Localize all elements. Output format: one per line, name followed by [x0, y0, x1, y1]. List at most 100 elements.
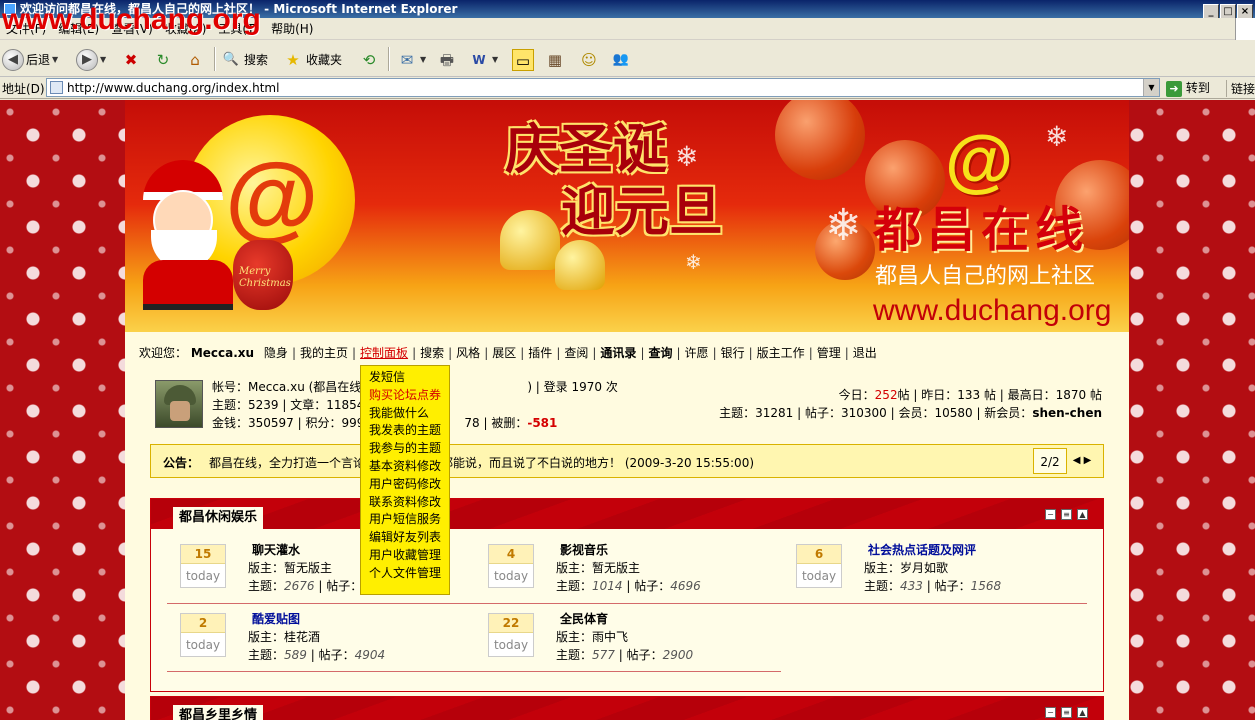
menu-item[interactable]: 用户短信服务 [361, 511, 449, 529]
history-button[interactable]: ⟲ [358, 47, 380, 71]
menu-item[interactable]: 用户密码修改 [361, 476, 449, 494]
search-label: 搜索 [244, 52, 269, 67]
topics-count: 577 [592, 648, 615, 662]
today-count: 22 [489, 614, 533, 633]
nav-item[interactable]: 查询 [648, 346, 672, 360]
list-view-icon[interactable]: ≡ [1061, 707, 1072, 718]
contacts-button[interactable]: 👥 [610, 47, 632, 71]
minimize-button[interactable]: _ [1203, 4, 1219, 18]
address-bar: 地址(D) ▼ ➜ 转到 链接 [0, 77, 1255, 99]
forum-name-link[interactable]: 全民体育 [560, 610, 608, 627]
banner-slogan: 都昌人自己的网上社区 [875, 264, 1096, 289]
forum-name-link[interactable]: 酷爱贴图 [252, 610, 300, 627]
discuss-button[interactable]: ▭ [512, 47, 534, 71]
collapse-icon[interactable]: − [1045, 509, 1056, 520]
menu-item[interactable]: 编辑好友列表 [361, 529, 449, 547]
menu-item[interactable]: 发短信 [361, 369, 449, 387]
home-button[interactable]: ⌂ [184, 47, 206, 71]
santa-body [143, 260, 233, 310]
today-badge: 6 today [796, 544, 842, 588]
maximize-button[interactable]: □ [1220, 4, 1236, 18]
nav-item[interactable]: 管理 [817, 346, 841, 360]
nav-item[interactable]: 隐身 [264, 346, 288, 360]
menu-item[interactable]: 我发表的主题 [361, 422, 449, 440]
address-input[interactable] [67, 80, 1137, 95]
forum-stats: 今日：252帖 | 昨日：133 帖 | 最高日：1870 帖 主题：31281… [719, 386, 1102, 422]
nav-item[interactable]: 控制面板 [360, 346, 408, 360]
forum-item: 4 today 影视音乐 版主：暂无版主 主题：1014 | 帖子：4696 [484, 537, 784, 597]
menu-item[interactable]: 我能做什么 [361, 405, 449, 423]
nav-item[interactable]: 查阅 [564, 346, 588, 360]
nav-item[interactable]: 插件 [528, 346, 552, 360]
scroll-top-icon[interactable]: ▲ [1077, 509, 1088, 520]
today-badge: 22 today [488, 613, 534, 657]
links-button[interactable]: 链接 [1226, 80, 1255, 97]
address-box: ▼ [46, 78, 1160, 97]
nav-separator: | [291, 346, 296, 360]
history-icon: ⟲ [362, 50, 376, 69]
go-button[interactable]: ➜ 转到 [1166, 79, 1210, 97]
nav-item[interactable]: 风格 [456, 346, 480, 360]
section-title[interactable]: 都昌乡里乡情 [173, 705, 264, 720]
topics-count: 1014 [592, 579, 623, 593]
collapse-icon[interactable]: − [1045, 707, 1056, 718]
announcement-nav: ◀ ▶ [1069, 448, 1095, 474]
nav-item[interactable]: 退出 [853, 346, 877, 360]
today-unit: 帖 | 昨日：133 帖 | 最高日：1870 帖 [897, 388, 1102, 402]
newest-member-link[interactable]: shen-chen [1032, 406, 1102, 420]
nav-item[interactable]: 版主工作 [757, 346, 805, 360]
site-banner: ❄ ❄ ❄ ❄ @ Merry Christmas 庆圣诞 迎元旦 @ 都昌在线 … [125, 100, 1129, 332]
section-title[interactable]: 都昌休闲娱乐 [173, 507, 264, 529]
nav-item[interactable]: 搜索 [420, 346, 444, 360]
messenger-button[interactable]: ☺ [578, 47, 600, 71]
topics-label: 主题： [864, 579, 901, 593]
forum-name-link[interactable]: 聊天灌水 [252, 541, 300, 558]
menu-item[interactable]: 用户收藏管理 [361, 547, 449, 565]
list-view-icon[interactable]: ≡ [1061, 509, 1072, 520]
username-link[interactable]: Mecca.xu [191, 346, 254, 360]
edit-button[interactable]: W ▼ [468, 47, 498, 71]
back-button[interactable]: ◀ 后退 ▼ [2, 47, 58, 71]
forum-moderator: 版主：雨中飞 [556, 630, 629, 644]
bag-text: Merry Christmas [239, 266, 291, 289]
nav-separator: | [592, 346, 597, 360]
forward-button[interactable]: ▶ ▼ [76, 47, 106, 71]
forum-name-link[interactable]: 影视音乐 [560, 541, 608, 558]
nav-item[interactable]: 通讯录 [600, 346, 636, 360]
messenger-icon: ☺ [581, 50, 597, 69]
print-button[interactable]: 🖶 [436, 47, 458, 71]
menu-item[interactable]: 购买论坛点券 [361, 387, 449, 405]
address-dropdown-icon[interactable]: ▼ [1143, 79, 1159, 96]
search-button[interactable]: 🔍 搜索 [220, 47, 268, 71]
watermark: www.duchang.org [2, 3, 261, 36]
research-button[interactable]: ▦ [544, 47, 566, 71]
close-button[interactable]: × [1237, 4, 1253, 18]
mail-button[interactable]: ✉ ▼ [396, 47, 426, 71]
menu-help[interactable]: 帮助(H) [265, 18, 319, 40]
nav-item[interactable]: 我的主页 [300, 346, 348, 360]
announcement-bar: 公告： 都昌在线，全力打造一个言论 话都能说，而且说了不白说的地方！ (2009-… [150, 444, 1104, 478]
avatar[interactable] [155, 380, 203, 428]
snowflake-icon: ❄ [825, 200, 862, 251]
menu-item[interactable]: 联系资料修改 [361, 494, 449, 512]
menu-item[interactable]: 基本资料修改 [361, 458, 449, 476]
favorites-button[interactable]: ★ 收藏夹 [282, 47, 342, 71]
nav-item[interactable]: 许愿 [685, 346, 709, 360]
announcement-text[interactable]: 都昌在线，全力打造一个言论 话都能说，而且说了不白说的地方！ (2009-3-20… [209, 454, 754, 471]
refresh-button[interactable]: ↻ [152, 47, 174, 71]
posts-count: 1568 [970, 579, 1002, 593]
nav-item[interactable]: 银行 [721, 346, 745, 360]
next-arrow-icon[interactable]: ▶ [1084, 455, 1092, 466]
today-badge: 15 today [180, 544, 226, 588]
forum-name-link[interactable]: 社会热点话题及网评 [868, 541, 976, 558]
menu-item[interactable]: 我参与的主题 [361, 440, 449, 458]
stop-button[interactable]: ✖ [120, 47, 142, 71]
today-value: 252 [874, 388, 898, 402]
topics-label: 主题： [556, 579, 593, 593]
today-badge: 2 today [180, 613, 226, 657]
prev-arrow-icon[interactable]: ◀ [1073, 455, 1081, 466]
menu-item[interactable]: 个人文件管理 [361, 565, 449, 583]
scroll-top-icon[interactable]: ▲ [1077, 707, 1088, 718]
row-divider [167, 671, 781, 672]
nav-item[interactable]: 展区 [492, 346, 516, 360]
